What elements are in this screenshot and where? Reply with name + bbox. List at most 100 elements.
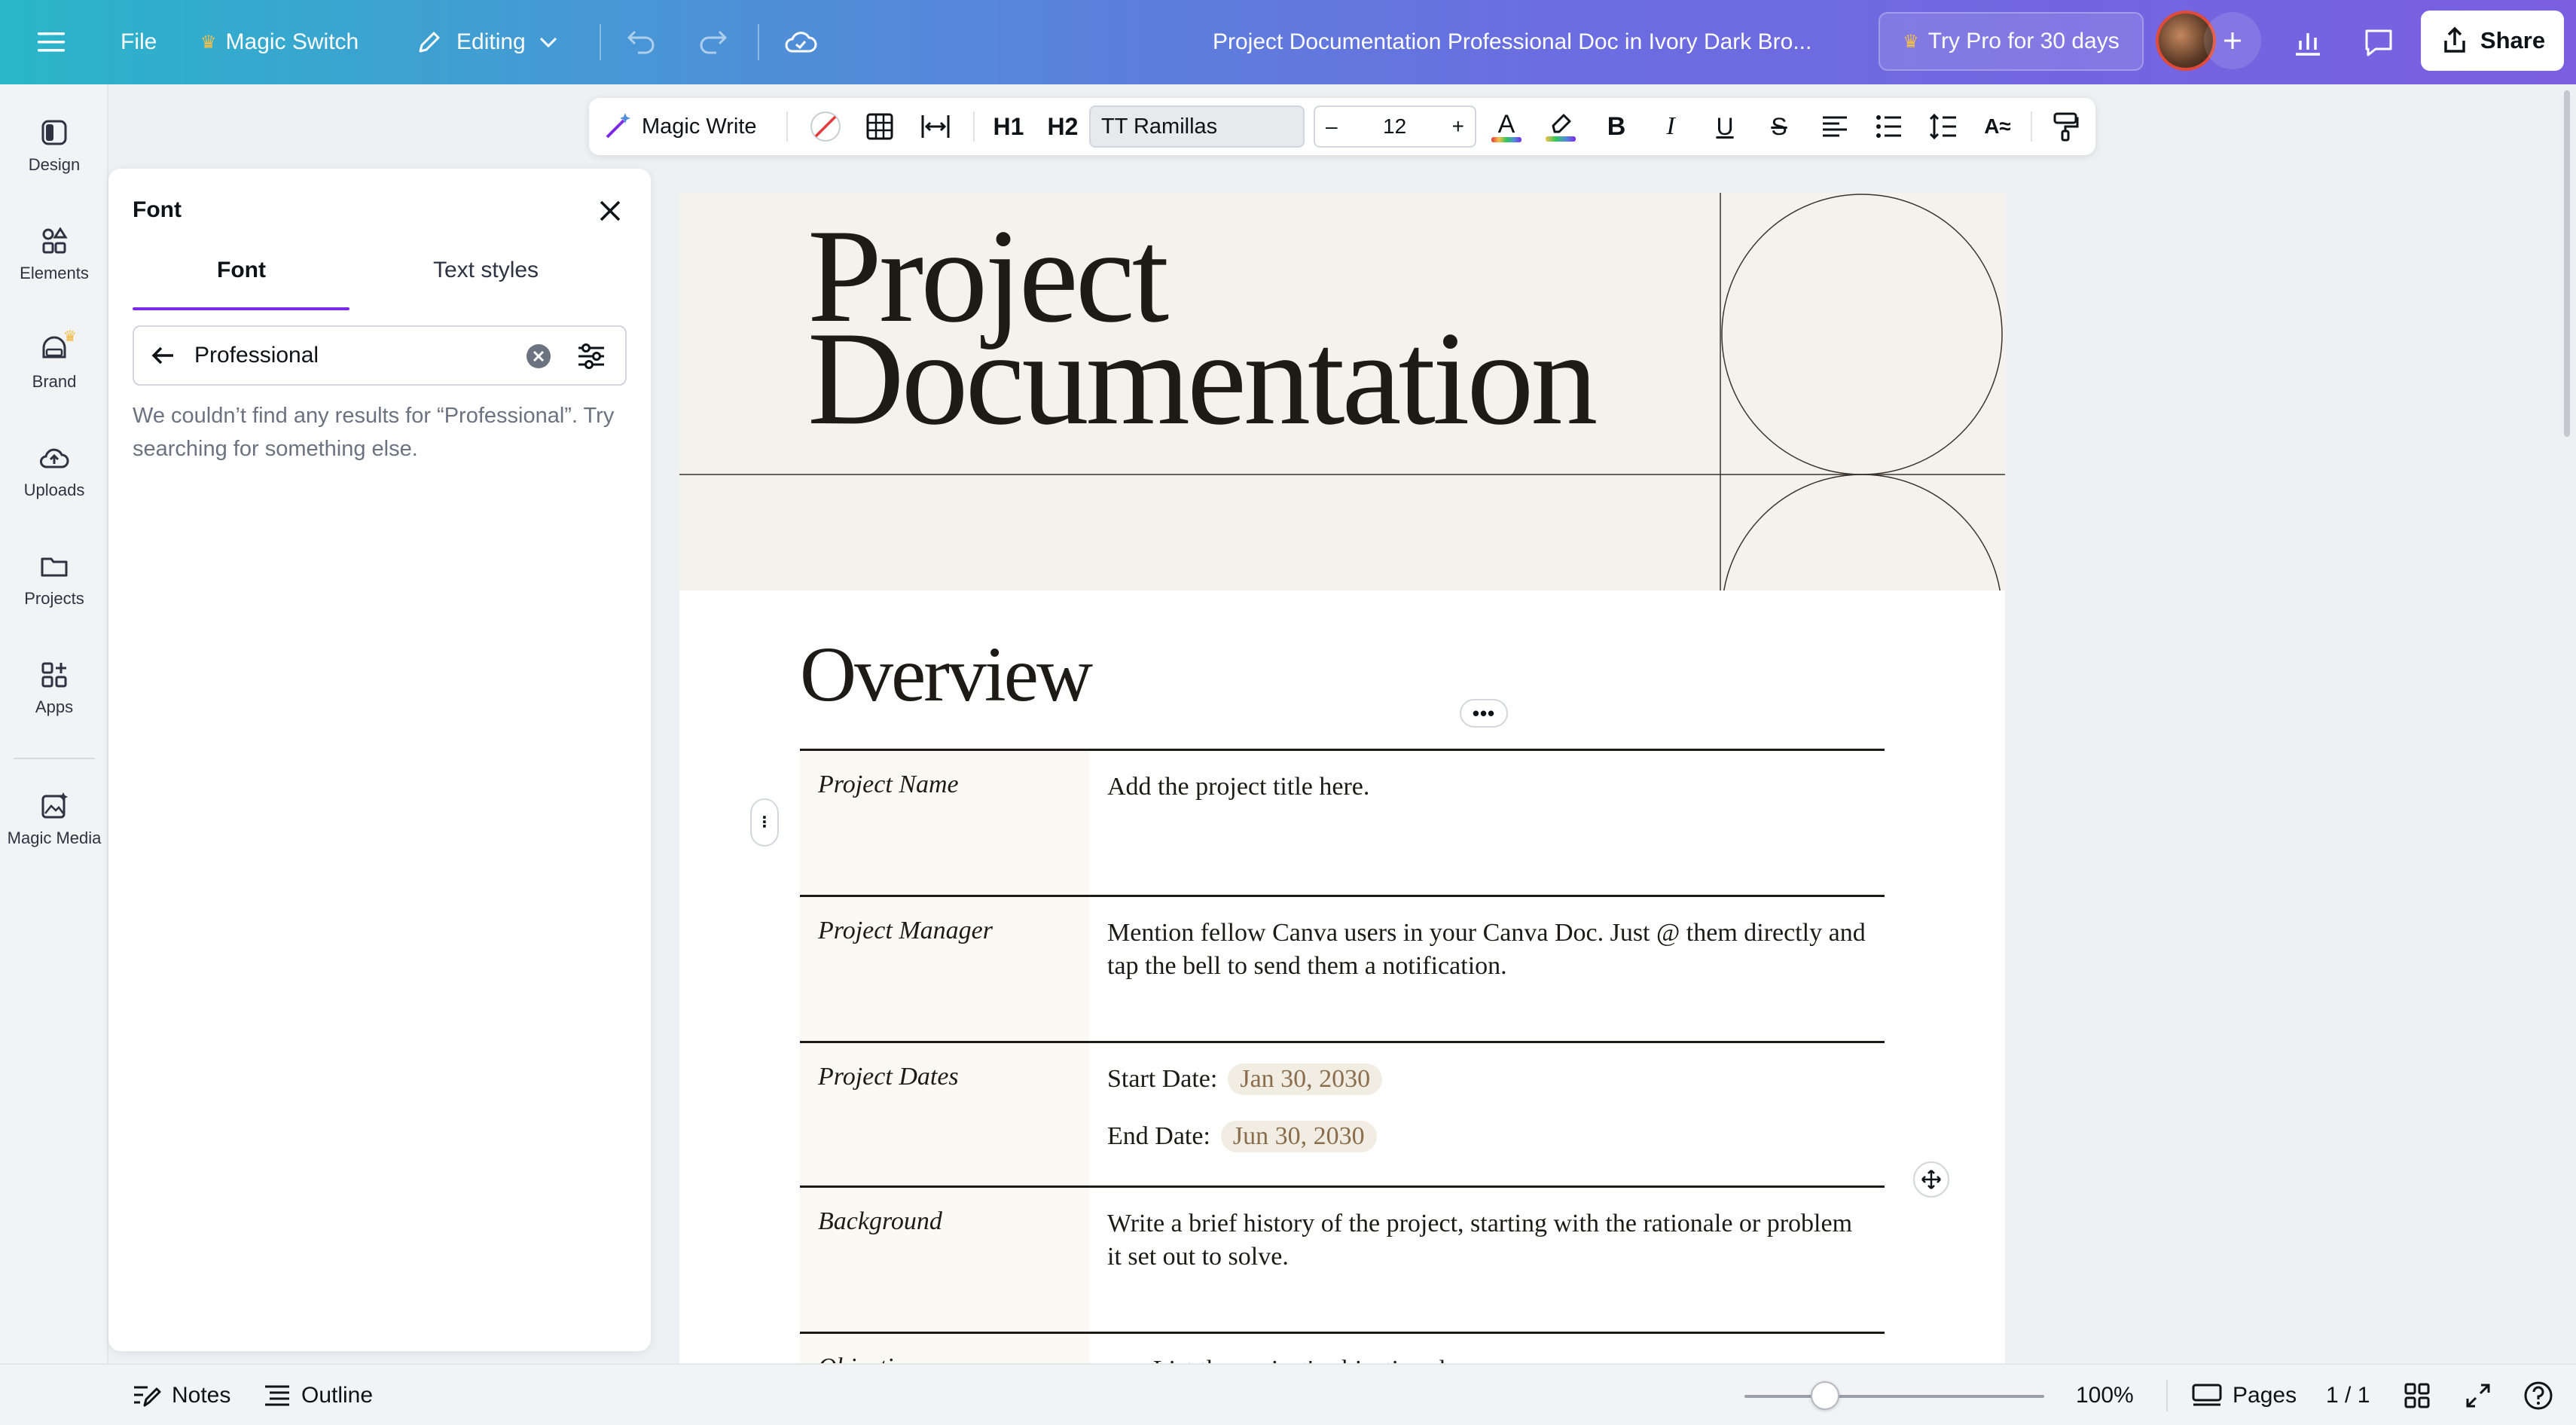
- page-counter[interactable]: 1 / 1: [2326, 1365, 2370, 1425]
- magic-switch-button[interactable]: ♛ Magic Switch: [200, 0, 359, 84]
- start-date-chip[interactable]: Jan 30, 2030: [1228, 1063, 1383, 1095]
- h1-label: H1: [993, 112, 1024, 140]
- font-size-stepper[interactable]: – 12 +: [1314, 105, 1476, 148]
- try-pro-label: Try Pro for 30 days: [1927, 29, 2120, 53]
- document-title[interactable]: Project Documentation Professional Doc i…: [1213, 0, 1860, 84]
- page-width-icon[interactable]: [914, 98, 957, 155]
- end-date-label: End Date:: [1107, 1122, 1210, 1150]
- font-family-dropdown[interactable]: TT Ramillas: [1089, 105, 1305, 148]
- table-row[interactable]: Background Write a brief history of the …: [800, 1185, 1885, 1332]
- add-collaborator-button[interactable]: [2204, 12, 2261, 69]
- table-row[interactable]: Project Name Add the project title here.: [800, 749, 1885, 895]
- plus-icon: [2224, 32, 2241, 49]
- bullet-list-icon[interactable]: [1868, 98, 1910, 155]
- back-arrow-icon[interactable]: [148, 340, 178, 371]
- vertical-scrollbar[interactable]: [2564, 90, 2570, 437]
- heading2-button[interactable]: H2: [1039, 98, 1086, 155]
- tab-text-styles[interactable]: Text styles: [433, 258, 539, 283]
- redo-icon[interactable]: [694, 23, 732, 60]
- cloud-save-icon[interactable]: [782, 23, 819, 60]
- h2-label: H2: [1047, 112, 1079, 140]
- grid-view-icon[interactable]: [2404, 1365, 2430, 1425]
- table-row[interactable]: Project Dates Start Date: Jan 30, 2030 En…: [800, 1041, 1885, 1187]
- close-icon[interactable]: [594, 194, 627, 227]
- decrease-size-button[interactable]: –: [1326, 114, 1338, 139]
- panel-title: Font: [133, 197, 182, 222]
- notes-button[interactable]: Notes: [133, 1365, 230, 1425]
- row-handle-button[interactable]: ⋮: [750, 798, 779, 847]
- row-text[interactable]: Write a brief history of the project, st…: [1107, 1207, 1868, 1274]
- sidebar-item-brand[interactable]: ♛ Brand: [0, 328, 108, 392]
- menu-icon[interactable]: [33, 24, 69, 60]
- ellipsis-icon: •••: [1472, 701, 1496, 725]
- font-size-value[interactable]: 12: [1383, 114, 1406, 139]
- start-date-line: Start Date: Jan 30, 2030: [1107, 1063, 1868, 1097]
- file-menu[interactable]: File: [121, 0, 157, 84]
- underline-icon[interactable]: U: [1704, 98, 1746, 155]
- fullscreen-icon[interactable]: [2465, 1365, 2492, 1425]
- row-label: Background: [818, 1207, 942, 1235]
- highlight-color-icon[interactable]: [1540, 98, 1582, 155]
- background-color-icon[interactable]: [804, 98, 847, 155]
- table-icon[interactable]: [859, 98, 901, 155]
- start-date-label: Start Date:: [1107, 1065, 1218, 1093]
- sidebar-item-apps[interactable]: Apps: [0, 660, 108, 717]
- sidebar-item-label: Design: [28, 155, 81, 174]
- no-results-message: We couldn’t find any results for “Profes…: [133, 404, 615, 461]
- end-date-chip[interactable]: Jun 30, 2030: [1220, 1121, 1377, 1152]
- elements-icon: [42, 227, 68, 254]
- zoom-slider[interactable]: [1744, 1395, 2044, 1398]
- comment-icon[interactable]: [2356, 20, 2401, 65]
- notes-icon: [134, 1386, 161, 1407]
- zoom-level[interactable]: 100%: [2076, 1365, 2134, 1425]
- pages-button[interactable]: Pages: [2192, 1365, 2297, 1425]
- line-spacing-icon[interactable]: [1922, 98, 1964, 155]
- italic-icon[interactable]: I: [1650, 98, 1692, 155]
- outline-label: Outline: [301, 1383, 374, 1408]
- table-row[interactable]: Project Manager Mention fellow Canva use…: [800, 895, 1885, 1041]
- document-page[interactable]: Project Documentation Overview ••• Proje…: [679, 193, 2005, 1425]
- bold-icon[interactable]: B: [1595, 98, 1637, 155]
- outline-button[interactable]: Outline: [264, 1365, 373, 1425]
- clear-search-icon[interactable]: [524, 342, 553, 371]
- sidebar-item-label: Elements: [20, 264, 89, 282]
- row-text[interactable]: Mention fellow Canva users in your Canva…: [1107, 917, 1868, 983]
- zoom-slider-handle[interactable]: [1811, 1381, 1840, 1410]
- hero-title-line2: Documentation: [807, 304, 1598, 453]
- tab-font[interactable]: Font: [217, 258, 266, 283]
- undo-icon[interactable]: [622, 23, 660, 60]
- pages-label: Pages: [2233, 1383, 2297, 1408]
- hero-title[interactable]: Project Documentation: [807, 209, 1598, 453]
- sidebar-item-projects[interactable]: Projects: [0, 551, 108, 609]
- try-pro-button[interactable]: ♛ Try Pro for 30 days: [1879, 12, 2144, 71]
- sidebar-item-magic-media[interactable]: Magic Media: [0, 791, 108, 848]
- font-search-input[interactable]: [194, 327, 511, 384]
- sidebar-item-design[interactable]: Design: [0, 117, 108, 175]
- row-text[interactable]: Add the project title here.: [1107, 770, 1868, 804]
- editing-mode-button[interactable]: Editing: [414, 0, 559, 84]
- font-panel: Font Font Text styles We couldn’t find a…: [108, 169, 651, 1351]
- magic-media-icon: [41, 792, 68, 819]
- magic-write-button[interactable]: Magic Write: [603, 98, 757, 155]
- crown-icon: ♛: [200, 32, 217, 53]
- overview-heading[interactable]: Overview: [800, 630, 1093, 719]
- align-left-icon[interactable]: [1814, 98, 1856, 155]
- text-color-icon[interactable]: A: [1485, 98, 1528, 155]
- text-effects-icon[interactable]: A≈: [1976, 98, 2019, 155]
- help-icon[interactable]: [2523, 1365, 2553, 1425]
- move-handle-button[interactable]: [1913, 1161, 1949, 1198]
- sidebar-item-label: Magic Media: [7, 828, 102, 847]
- sidebar-item-uploads[interactable]: Uploads: [0, 443, 108, 500]
- filter-icon[interactable]: [575, 340, 607, 372]
- crown-icon: ♛: [63, 328, 77, 345]
- share-button[interactable]: Share: [2421, 11, 2564, 71]
- heading1-button[interactable]: H1: [985, 98, 1032, 155]
- insights-icon[interactable]: [2285, 20, 2330, 65]
- more-options-button[interactable]: •••: [1460, 699, 1508, 728]
- divider: [786, 111, 788, 142]
- increase-size-button[interactable]: +: [1452, 114, 1464, 139]
- notes-label: Notes: [172, 1383, 231, 1408]
- paint-format-icon[interactable]: [2044, 98, 2086, 155]
- strikethrough-icon[interactable]: S: [1758, 98, 1800, 155]
- sidebar-item-elements[interactable]: Elements: [0, 226, 108, 283]
